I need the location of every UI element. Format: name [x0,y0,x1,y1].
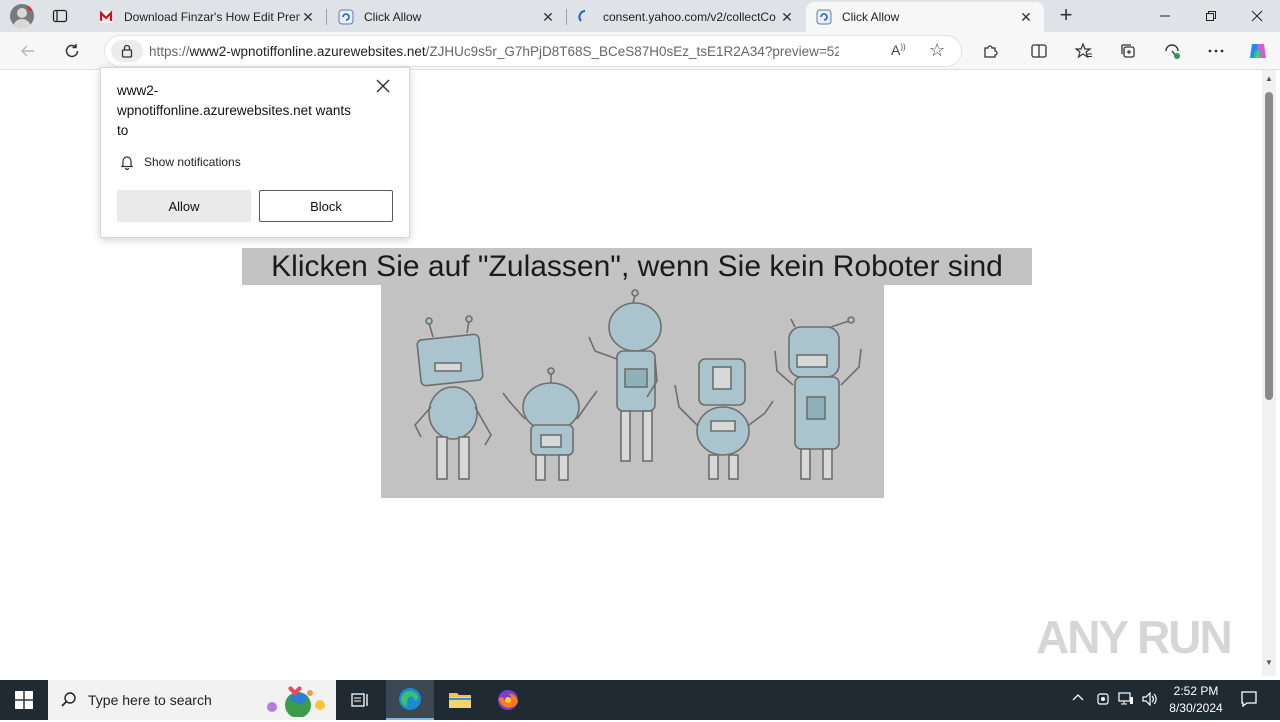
collections-icon[interactable] [1114,37,1142,65]
device-icon[interactable] [1096,692,1110,709]
windows-taskbar: Type here to search 2:52 PM 8/30/2024 [0,680,1280,720]
loading-page-icon [338,9,354,25]
extensions-icon[interactable] [976,37,1004,65]
search-placeholder: Type here to search [88,692,212,708]
close-popup-icon[interactable] [373,76,393,96]
search-highlights-icon[interactable] [262,683,332,722]
tab-title: Download Finzar's How Edit Prem [124,10,300,24]
favorite-star-icon[interactable]: ☆ [929,40,945,61]
close-tab-icon[interactable]: ✕ [540,9,556,26]
tab-separator [326,9,327,25]
system-clock[interactable]: 2:52 PM 8/30/2024 [1162,683,1230,717]
search-icon [60,691,78,714]
tab-2[interactable]: consent.yahoo.com/v2/collectCo ✕ [567,2,805,32]
url-text[interactable]: https://www2-wpnotiffonline.azurewebsite… [149,44,839,59]
taskbar-search-box[interactable]: Type here to search [48,680,336,720]
tab-strip: Download Finzar's How Edit Prem ✕ Click … [0,0,1280,32]
read-aloud-icon[interactable]: A)) [891,42,906,58]
tab-1[interactable]: Click Allow ✕ [328,2,566,32]
new-tab-button[interactable]: + [1054,4,1078,28]
loading-page-icon [816,9,832,25]
clock-time: 2:52 PM [1173,684,1219,698]
permission-request: Show notifications [119,154,241,171]
browser-toolbar: https://www2-wpnotiffonline.azurewebsite… [0,32,1280,70]
profile-avatar-icon[interactable] [10,4,34,28]
show-hidden-icons-chevron-icon[interactable] [1072,692,1084,707]
network-icon[interactable] [1118,692,1134,709]
mega-logo-icon [98,9,114,25]
tab-title: consent.yahoo.com/v2/collectCo [603,10,776,24]
vertical-scrollbar[interactable]: ▲ ▼ [1262,70,1276,676]
tab-0[interactable]: Download Finzar's How Edit Prem ✕ [88,2,326,32]
back-arrow-icon[interactable] [14,37,42,65]
bell-icon [119,154,135,171]
file-explorer-icon[interactable] [436,680,484,720]
loading-spinner-icon [577,9,593,25]
block-button[interactable]: Block [259,190,393,222]
permission-site-line: wpnotiffonline.azurewebsites.net wants [117,103,351,118]
minimize-button[interactable] [1142,0,1188,32]
windows-start-icon[interactable] [0,680,48,720]
tab-3-active[interactable]: Click Allow ✕ [806,2,1044,32]
robots-illustration [381,285,884,498]
edge-browser-icon[interactable] [386,680,434,720]
split-screen-icon[interactable] [1025,37,1053,65]
close-window-button[interactable] [1234,0,1280,32]
close-tab-icon[interactable]: ✕ [300,9,316,26]
notification-center-icon[interactable] [1240,690,1258,711]
browser-essentials-icon[interactable] [1158,37,1186,65]
scroll-down-arrow-icon[interactable]: ▼ [1264,658,1274,667]
clock-date: 8/30/2024 [1169,701,1223,715]
anyrun-watermark: ANY RUN [1036,611,1233,663]
favorites-icon[interactable] [1070,37,1098,65]
tab-title: Click Allow [842,10,900,24]
url-host: www2-wpnotiffonline.azurewebsites.net [189,44,426,59]
permission-site-line: www2- [117,83,159,98]
tab-title: Click Allow [364,10,422,24]
task-view-icon[interactable] [336,680,384,720]
page-headline: Klicken Sie auf "Zulassen", wenn Sie kei… [242,248,1032,285]
permission-site-line: to [117,123,129,138]
tab-actions-icon[interactable] [48,4,72,28]
restore-button[interactable] [1188,0,1234,32]
scrollbar-thumb[interactable] [1265,92,1273,400]
notification-permission-popup: www2- wpnotiffonline.azurewebsites.net w… [100,67,410,238]
address-bar[interactable]: https://www2-wpnotiffonline.azurewebsite… [104,35,962,67]
refresh-icon[interactable] [58,37,86,65]
firefox-icon[interactable] [484,680,532,720]
url-scheme: https:// [149,44,190,59]
close-tab-icon[interactable]: ✕ [779,9,795,26]
volume-icon[interactable] [1142,691,1158,709]
scroll-up-arrow-icon[interactable]: ▲ [1264,74,1274,83]
permission-request-label: Show notifications [144,155,241,169]
copilot-icon[interactable] [1244,37,1272,65]
url-path: /ZJHUc9s5r_G7hPjD8T68S_BCeS87H0sEz_tsE1R… [425,44,839,59]
allow-button[interactable]: Allow [117,190,251,222]
close-tab-icon[interactable]: ✕ [1018,9,1034,26]
permission-site-text: www2- wpnotiffonline.azurewebsites.net w… [117,81,377,141]
more-options-icon[interactable] [1202,37,1230,65]
lock-icon[interactable] [111,40,143,62]
